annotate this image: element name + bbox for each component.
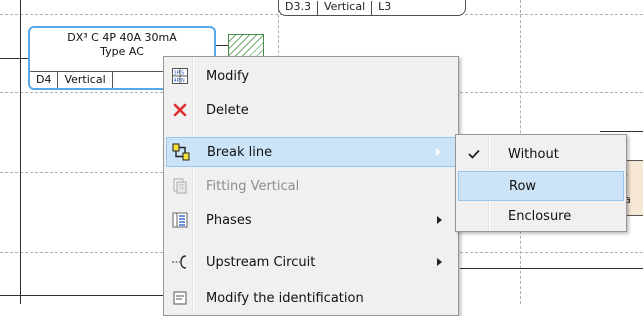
top-component[interactable]: D3.3 Vertical L3 bbox=[278, 0, 466, 16]
menu-item-label: Modify bbox=[206, 68, 250, 84]
svg-text:3P: 3P bbox=[174, 71, 180, 77]
menu-item-label: Phases bbox=[206, 212, 252, 228]
svg-text:4P: 4P bbox=[174, 78, 180, 84]
submenu-item-row[interactable]: Row bbox=[458, 171, 624, 201]
break-line-icon bbox=[167, 140, 195, 164]
component-ref: D3.3 bbox=[285, 0, 311, 13]
wire-line bbox=[600, 131, 643, 132]
breaker-orientation: Vertical bbox=[58, 72, 113, 88]
hatched-terminal[interactable] bbox=[228, 34, 264, 58]
context-menu: 3P S 4P N Modify Delete Break line Fitti… bbox=[163, 56, 459, 316]
submenu-arrow-icon bbox=[437, 216, 442, 224]
phases-icon bbox=[166, 208, 194, 232]
checkmark-icon bbox=[458, 148, 490, 160]
fitting-vertical-icon bbox=[166, 174, 194, 198]
menu-item-label: Break line bbox=[207, 144, 273, 160]
identification-icon bbox=[166, 286, 194, 310]
menu-item-delete[interactable]: Delete bbox=[166, 95, 456, 125]
menu-item-break-line[interactable]: Break line bbox=[166, 137, 456, 167]
submenu-arrow-icon bbox=[436, 148, 441, 156]
submenu-item-without[interactable]: Without bbox=[458, 139, 624, 169]
component-orientation: Vertical bbox=[316, 1, 371, 15]
menu-item-label: Modify the identification bbox=[206, 290, 364, 306]
submenu-item-label: Row bbox=[509, 178, 537, 194]
menu-item-modify[interactable]: 3P S 4P N Modify bbox=[166, 61, 456, 91]
breaker-description: DX³ C 4P 40A 30mA Type AC bbox=[30, 31, 214, 59]
submenu-item-label: Enclosure bbox=[508, 208, 572, 224]
menu-item-modify-identification[interactable]: Modify the identification bbox=[166, 283, 456, 313]
breaker-model: DX³ C 4P 40A 30mA bbox=[67, 31, 177, 44]
menu-item-label: Delete bbox=[206, 102, 249, 118]
menu-item-upstream-circuit[interactable]: Upstream Circuit bbox=[166, 247, 456, 277]
wire-line bbox=[460, 268, 643, 269]
menu-item-label: Fitting Vertical bbox=[206, 178, 300, 194]
svg-text:N: N bbox=[181, 78, 185, 84]
busbar-line bbox=[20, 0, 21, 304]
submenu-arrow-icon bbox=[437, 258, 442, 266]
upstream-circuit-icon bbox=[166, 250, 194, 274]
wire-line bbox=[216, 45, 228, 46]
menu-item-phases[interactable]: Phases bbox=[166, 205, 456, 235]
wire-line bbox=[0, 58, 28, 59]
component-phase: L3 bbox=[371, 1, 397, 15]
breaker-ref: D4 bbox=[30, 72, 59, 88]
modify-icon: 3P S 4P N bbox=[166, 64, 194, 88]
submenu-item-enclosure[interactable]: Enclosure bbox=[458, 201, 624, 231]
menu-item-label: Upstream Circuit bbox=[206, 254, 316, 270]
wire-line bbox=[0, 295, 163, 296]
break-line-submenu: Without Row Enclosure bbox=[455, 134, 627, 232]
menu-item-fitting-vertical[interactable]: Fitting Vertical bbox=[166, 171, 456, 201]
submenu-item-label: Without bbox=[508, 146, 559, 162]
delete-icon bbox=[166, 98, 194, 122]
svg-text:S: S bbox=[181, 71, 184, 77]
